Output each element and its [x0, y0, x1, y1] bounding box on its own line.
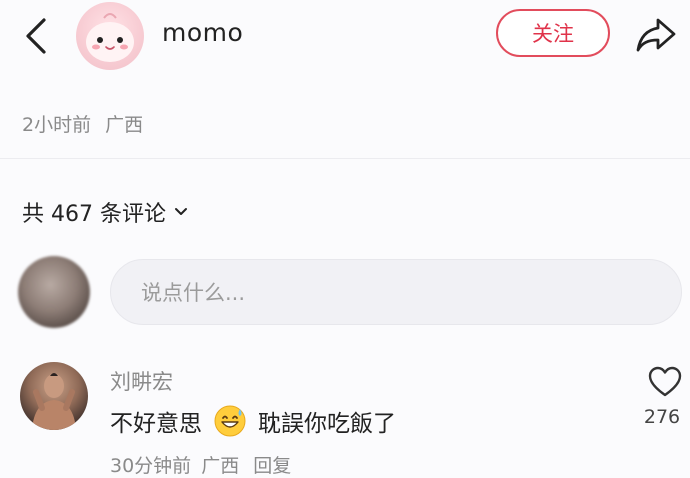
like-count: 276	[643, 406, 681, 428]
comment-count-dropdown[interactable]: 共 467 条评论	[22, 196, 188, 228]
chevron-left-icon	[26, 18, 46, 54]
back-button[interactable]	[18, 14, 58, 58]
comment-time: 30分钟前	[110, 455, 192, 477]
post-location: 广西	[105, 114, 144, 136]
commenter-avatar[interactable]	[20, 362, 88, 430]
comment-count-label: 共 467 条评论	[22, 202, 166, 227]
like-button[interactable]	[647, 364, 683, 400]
heart-outline-icon	[648, 366, 682, 397]
comment-text: 不好意思 耽誤你吃飯了	[110, 404, 396, 438]
chevron-down-icon	[174, 208, 187, 215]
current-user-avatar	[18, 256, 90, 328]
comment-text-part-1: 不好意思	[110, 411, 202, 437]
author-avatar[interactable]	[76, 2, 144, 70]
comment-input[interactable]: 说点什么...	[110, 259, 682, 325]
divider	[0, 158, 690, 159]
post-time: 2小时前	[22, 114, 92, 136]
comment-text-part-2: 耽誤你吃飯了	[258, 411, 396, 437]
share-arrow-icon	[636, 18, 676, 52]
cartoon-face-icon	[86, 13, 134, 62]
share-button[interactable]	[634, 12, 678, 56]
comment-location: 广西	[201, 455, 240, 477]
person-photo-icon	[32, 373, 76, 430]
author-name[interactable]: momo	[162, 18, 243, 47]
commenter-name[interactable]: 刘畊宏	[110, 366, 173, 396]
comment-meta: 30分钟前 广西 回复	[110, 451, 291, 478]
comment-input-placeholder: 说点什么...	[141, 281, 246, 305]
follow-button[interactable]: 关注	[496, 9, 610, 57]
grinning-sweat-emoji-icon	[214, 405, 246, 437]
post-meta: 2小时前 广西	[22, 110, 143, 137]
reply-button[interactable]: 回复	[253, 455, 291, 477]
